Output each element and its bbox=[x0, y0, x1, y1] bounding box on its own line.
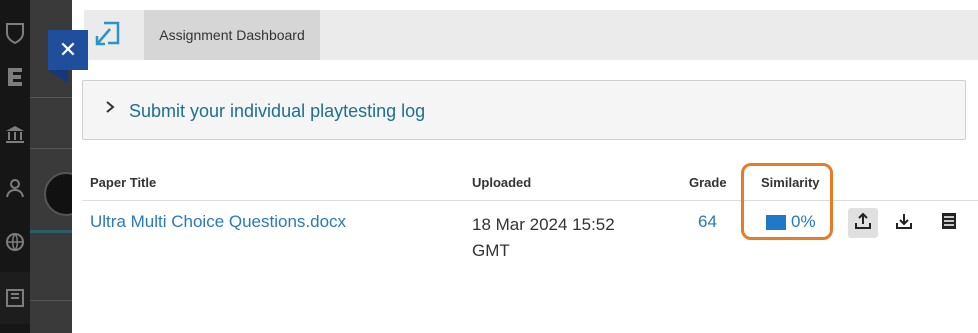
assignment-title[interactable]: Submit your individual playtesting log bbox=[129, 101, 425, 122]
close-icon: ✕ bbox=[58, 37, 78, 62]
background-accent bbox=[30, 230, 72, 233]
paper-title-link[interactable]: Ultra Multi Choice Questions.docx bbox=[90, 212, 346, 232]
background-divider bbox=[30, 148, 72, 149]
column-header-paper-title: Paper Title bbox=[90, 175, 157, 190]
uploaded-timezone: GMT bbox=[472, 241, 510, 260]
uploaded-date-line: 18 Mar 2024 15:52 bbox=[472, 215, 615, 234]
background-nav bbox=[0, 0, 30, 333]
close-button-tab bbox=[48, 70, 68, 84]
column-header-grade: Grade bbox=[689, 175, 727, 190]
submission-details-button[interactable] bbox=[934, 208, 964, 238]
details-icon bbox=[941, 212, 957, 235]
download-button[interactable] bbox=[889, 208, 919, 238]
background-divider bbox=[30, 300, 72, 301]
top-bar: Assignment Dashboard bbox=[84, 10, 978, 60]
institution-icon bbox=[5, 124, 25, 144]
turnitin-app-icon bbox=[92, 19, 124, 51]
assignment-header[interactable]: Submit your individual playtesting log bbox=[82, 80, 966, 140]
chevron-right-icon bbox=[105, 100, 115, 119]
upload-icon bbox=[854, 212, 872, 235]
globe-icon bbox=[5, 232, 25, 252]
logo-letter-icon bbox=[5, 66, 25, 86]
upload-button[interactable] bbox=[848, 208, 878, 238]
column-header-uploaded: Uploaded bbox=[472, 175, 532, 190]
similarity-highlight bbox=[741, 163, 833, 240]
tab-assignment-dashboard[interactable]: Assignment Dashboard bbox=[144, 10, 320, 60]
uploaded-date: 18 Mar 2024 15:52 GMT bbox=[472, 212, 662, 264]
background-divider bbox=[30, 97, 72, 98]
profile-icon bbox=[5, 178, 25, 198]
crest-icon bbox=[5, 22, 25, 45]
download-icon bbox=[895, 212, 913, 235]
grade-link[interactable]: 64 bbox=[698, 212, 717, 232]
table-header-divider bbox=[82, 200, 978, 201]
close-button[interactable]: ✕ bbox=[48, 30, 88, 70]
courses-icon bbox=[5, 288, 25, 308]
assignment-panel: Assignment Dashboard Submit your individ… bbox=[72, 0, 978, 333]
